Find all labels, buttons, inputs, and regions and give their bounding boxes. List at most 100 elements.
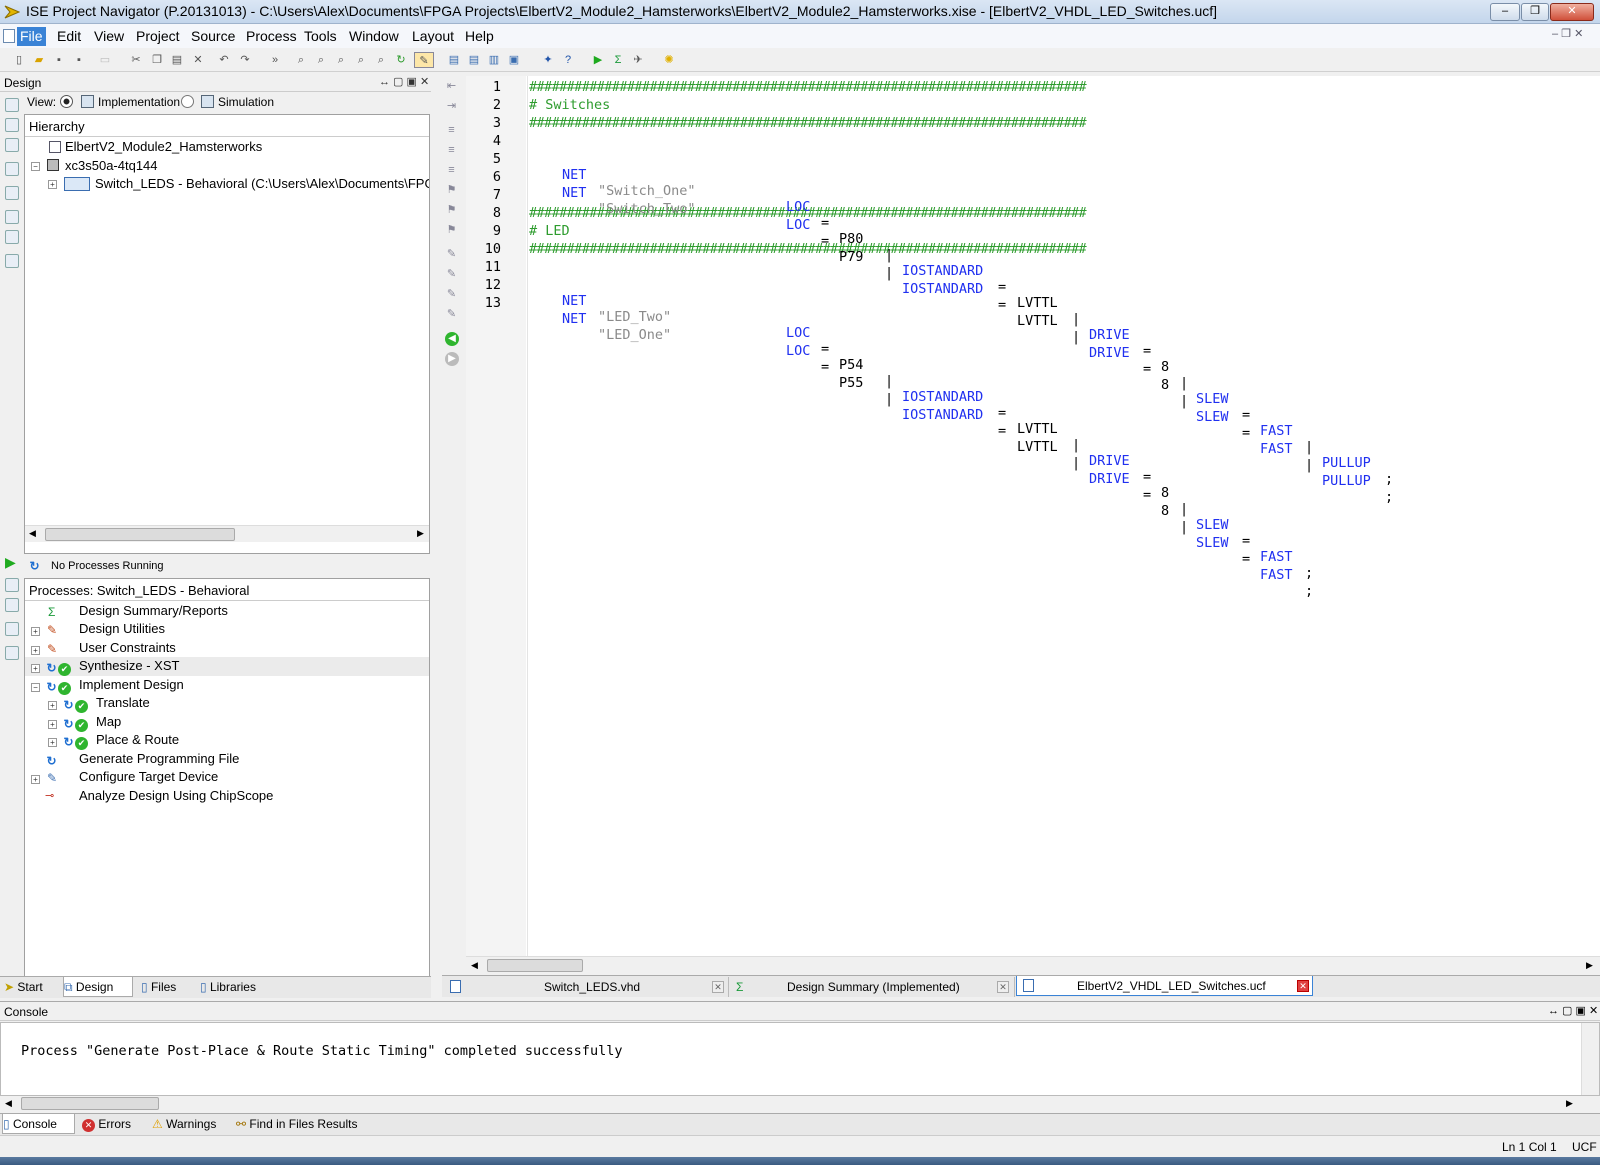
implementation-radio[interactable]	[60, 95, 73, 108]
print-icon[interactable]: ▭	[97, 52, 113, 68]
stop-icon[interactable]	[5, 598, 19, 612]
editor-hscrollbar[interactable]: ◀ ▶	[466, 956, 1600, 974]
tab-start[interactable]: ➤ Start	[4, 977, 62, 997]
tab-design[interactable]: ⧉ Design	[63, 977, 133, 997]
comment-icon[interactable]: ≡	[445, 124, 458, 137]
panel-controls-icon[interactable]: ↔ ▢ ▣ ✕	[1548, 1004, 1598, 1017]
tile-v-icon[interactable]: ▥	[486, 52, 502, 68]
expand-icon[interactable]: +	[31, 664, 40, 673]
save-all-icon[interactable]: ▪	[71, 52, 87, 68]
process-item[interactable]: Analyze Design Using ChipScope	[79, 788, 273, 803]
process-item[interactable]: Design Utilities	[79, 621, 165, 636]
scroll-left-icon[interactable]: ◀	[29, 528, 36, 539]
tab-libraries[interactable]: ▯ Libraries	[200, 977, 272, 997]
menu-file[interactable]: File	[17, 27, 46, 46]
tab-files[interactable]: ▯ Files	[141, 977, 193, 997]
hierarchy-scroll-thumb[interactable]	[45, 528, 235, 541]
expand-icon[interactable]: +	[31, 775, 40, 784]
indent-icon[interactable]: ⇤	[445, 80, 458, 93]
float-icon[interactable]: ▣	[506, 52, 522, 68]
expand-icon[interactable]: +	[48, 738, 57, 747]
panel-controls-icon[interactable]: ↔ ▢ ▣ ✕	[379, 75, 429, 88]
process-item[interactable]: Design Summary/Reports	[79, 603, 228, 618]
bookmark3-icon[interactable]: ⚑	[445, 224, 458, 237]
restore-button[interactable]: ❐	[1521, 3, 1549, 21]
close-icon[interactable]: ✕	[712, 981, 724, 993]
zoom-fit-icon[interactable]: ⌕	[353, 52, 369, 68]
back-icon[interactable]: ◀	[445, 332, 459, 346]
tool-icon[interactable]: ✎	[445, 248, 458, 261]
simulation-radio[interactable]	[181, 95, 194, 108]
process-item[interactable]: Translate	[96, 695, 150, 710]
menu-project[interactable]: Project	[133, 27, 183, 46]
expand-icon[interactable]: +	[31, 627, 40, 636]
add-source-icon[interactable]	[5, 98, 19, 112]
tab-design-summary[interactable]: Σ Design Summary (Implemented) ✕	[730, 977, 1015, 997]
cascade-icon[interactable]: ▤	[446, 52, 462, 68]
tab-find-in-files[interactable]: ⚯ Find in Files Results	[236, 1114, 366, 1134]
process-props-icon[interactable]	[5, 622, 19, 636]
process-item[interactable]: User Constraints	[79, 640, 176, 655]
process-item[interactable]: Map	[96, 714, 121, 729]
implementation-label[interactable]: Implementation	[98, 95, 180, 109]
probe-icon[interactable]: ✈	[630, 52, 646, 68]
menu-process[interactable]: Process	[243, 27, 300, 46]
add-copy-icon[interactable]	[5, 118, 19, 132]
process-item[interactable]: Configure Target Device	[79, 769, 218, 784]
highlight-icon[interactable]: ✎	[414, 52, 434, 68]
panel2-icon[interactable]	[5, 646, 19, 660]
editor-scroll-thumb[interactable]	[487, 959, 583, 972]
tab-console[interactable]: ▯ Console	[2, 1114, 75, 1134]
sigma-icon[interactable]: Σ	[610, 52, 626, 68]
scroll-left-icon[interactable]: ◀	[471, 960, 478, 971]
new-source-icon[interactable]	[5, 138, 19, 152]
undo-icon[interactable]: ↶	[216, 52, 232, 68]
mdi-restore-icon[interactable]: – ❐ ✕	[1552, 27, 1583, 40]
console-hscrollbar[interactable]: ◀ ▶	[0, 1096, 1580, 1112]
menu-source[interactable]: Source	[188, 27, 238, 46]
new-icon[interactable]: ▯	[11, 52, 27, 68]
scroll-right-icon[interactable]: ▶	[1586, 960, 1593, 971]
close-window-button[interactable]: ✕	[1550, 3, 1594, 21]
bulb-icon[interactable]: ✺	[661, 52, 677, 68]
find-icon[interactable]: ⌕	[373, 52, 389, 68]
zoom-in-icon[interactable]: ⌕	[293, 52, 309, 68]
redo-icon[interactable]: ↷	[237, 52, 253, 68]
menu-tools[interactable]: Tools	[301, 27, 340, 46]
menu-window[interactable]: Window	[346, 27, 402, 46]
console-vscrollbar[interactable]	[1581, 1023, 1599, 1095]
open-icon[interactable]: ▰	[31, 52, 47, 68]
tab-warnings[interactable]: ⚠ Warnings	[152, 1114, 230, 1134]
settings-icon[interactable]: ✦	[540, 52, 556, 68]
save-icon[interactable]: ▪	[51, 52, 67, 68]
scroll-right-icon[interactable]: ▶	[417, 528, 424, 539]
overflow-icon[interactable]: »	[267, 52, 283, 68]
minimize-button[interactable]: ‒	[1490, 3, 1520, 21]
outdent-icon[interactable]: ⇥	[445, 100, 458, 113]
collapse-icon[interactable]: −	[31, 683, 40, 692]
console-scroll-thumb[interactable]	[21, 1097, 159, 1110]
delete-icon[interactable]: ✕	[190, 52, 206, 68]
zoom-out-icon[interactable]: ⌕	[313, 52, 329, 68]
tab-switch-leds-vhd[interactable]: Switch_LEDS.vhd ✕	[444, 977, 729, 997]
process-item[interactable]: Place & Route	[96, 732, 179, 747]
close-icon[interactable]: ✕	[1297, 980, 1309, 992]
expand-icon[interactable]: +	[48, 701, 57, 710]
simulation-label[interactable]: Simulation	[218, 95, 274, 109]
process-item[interactable]: Generate Programming File	[79, 751, 239, 766]
tab-errors[interactable]: ✕ Errors	[82, 1114, 148, 1134]
scroll-right-icon[interactable]: ▶	[1566, 1098, 1573, 1109]
menu-help[interactable]: Help	[462, 27, 497, 46]
copy-icon[interactable]: ❐	[149, 52, 165, 68]
forward-icon[interactable]: ▶	[445, 352, 459, 366]
tab-ucf-active[interactable]: ElbertV2_VHDL_LED_Switches.ucf ✕	[1016, 976, 1313, 996]
close-icon[interactable]: ✕	[997, 981, 1009, 993]
menu-view[interactable]: View	[91, 27, 127, 46]
process-item[interactable]: Synthesize - XST	[79, 658, 179, 673]
process-item[interactable]: Implement Design	[79, 677, 184, 692]
console-output[interactable]: Process "Generate Post-Place & Route Sta…	[0, 1022, 1600, 1096]
paste-icon[interactable]: ▤	[169, 52, 185, 68]
scroll-left-icon[interactable]: ◀	[5, 1098, 12, 1109]
bookmark2-icon[interactable]: ⚑	[445, 204, 458, 217]
run-icon[interactable]: ▶	[590, 52, 606, 68]
